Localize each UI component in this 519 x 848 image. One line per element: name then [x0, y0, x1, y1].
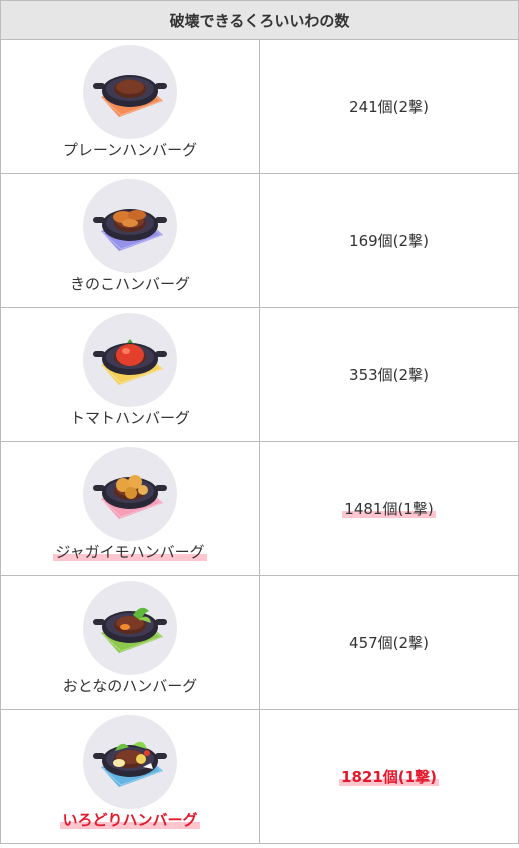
table-row: トマトハンバーグ 353個(2撃): [0, 307, 519, 442]
item-name: プレーンハンバーグ: [62, 141, 198, 159]
item-name: ジャガイモハンバーグ: [53, 543, 207, 561]
plain-hamburger-icon: [83, 45, 177, 139]
count-cell: 169個(2撃): [259, 173, 519, 308]
item-name: きのこハンバーグ: [69, 275, 190, 293]
potato-hamburger-icon: [83, 447, 177, 541]
count-cell: 1481個(1撃): [259, 441, 519, 576]
item-name: トマトハンバーグ: [69, 409, 190, 427]
item-cell: トマトハンバーグ: [0, 307, 260, 442]
count-cell: 457個(2撃): [259, 575, 519, 710]
colorful-hamburger-icon: [83, 715, 177, 809]
table-row: プレーンハンバーグ 241個(2撃): [0, 39, 519, 174]
count-cell: 1821個(1撃): [259, 709, 519, 844]
count-value: 241個(2撃): [349, 98, 429, 116]
count-value: 169個(2撃): [349, 232, 429, 250]
count-cell: 241個(2撃): [259, 39, 519, 174]
adult-hamburger-icon: [83, 581, 177, 675]
item-name: おとなのハンバーグ: [62, 677, 198, 695]
table-row: きのこハンバーグ 169個(2撃): [0, 173, 519, 308]
hamburger-table: 破壊できるくろいいわの数 プレーンハンバーグ 241個(2撃) きのこハンバーグ…: [0, 0, 519, 844]
item-name: いろどりハンバーグ: [60, 811, 200, 829]
count-value: 353個(2撃): [349, 366, 429, 384]
table-row: ジャガイモハンバーグ 1481個(1撃): [0, 441, 519, 576]
item-cell: いろどりハンバーグ: [0, 709, 260, 844]
table-row: いろどりハンバーグ 1821個(1撃): [0, 709, 519, 844]
table-header: 破壊できるくろいいわの数: [0, 0, 519, 40]
count-cell: 353個(2撃): [259, 307, 519, 442]
count-value: 457個(2撃): [349, 634, 429, 652]
tomato-hamburger-icon: [83, 313, 177, 407]
item-cell: きのこハンバーグ: [0, 173, 260, 308]
item-cell: ジャガイモハンバーグ: [0, 441, 260, 576]
count-value: 1821個(1撃): [339, 768, 439, 786]
count-value: 1481個(1撃): [342, 500, 436, 518]
item-cell: おとなのハンバーグ: [0, 575, 260, 710]
item-cell: プレーンハンバーグ: [0, 39, 260, 174]
mushroom-hamburger-icon: [83, 179, 177, 273]
table-row: おとなのハンバーグ 457個(2撃): [0, 575, 519, 710]
